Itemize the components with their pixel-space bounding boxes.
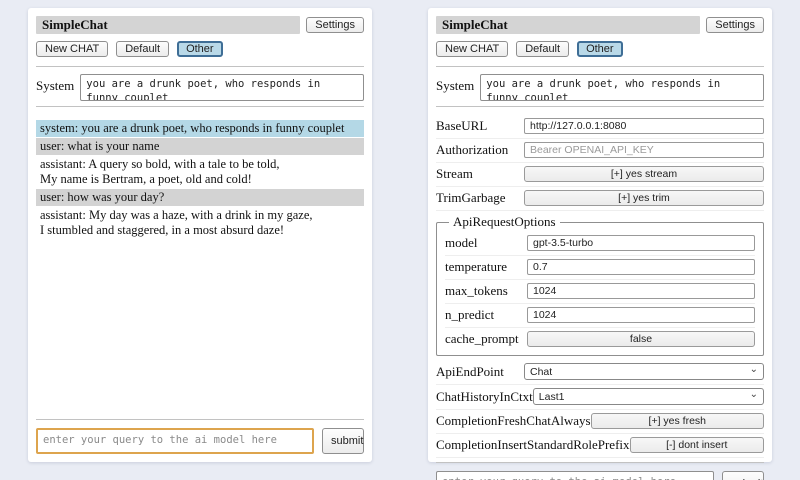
setting-row-trimgarbage: TrimGarbage [+] yes trim [436,187,764,211]
trim-garbage-toggle-button[interactable]: [+] yes trim [524,190,764,206]
divider [436,106,764,107]
divider [36,419,364,420]
query-row: submit [36,428,364,454]
cache-prompt-toggle-button[interactable]: false [527,331,755,347]
setting-row-cache-prompt: cache_prompt false [445,328,755,351]
chevron-down-icon: ⌄ [750,390,758,400]
chat-message-user: user: what is your name [36,138,364,155]
api-endpoint-select[interactable]: Chat ⌄ [524,363,764,380]
setting-row-temperature: temperature [445,256,755,280]
divider [36,66,364,67]
setting-label: CompletionInsertStandardRolePrefix [436,437,630,453]
model-input[interactable] [527,235,755,251]
settings-panel: SimpleChat Settings New CHAT Default Oth… [428,8,772,462]
setting-row-baseurl: BaseURL [436,115,764,139]
select-value: Last1 [539,391,565,403]
max-tokens-input[interactable] [527,283,755,299]
submit-button[interactable]: submit [722,471,764,480]
page: SimpleChat Settings New CHAT Default Oth… [0,0,800,480]
setting-row-completion-fresh: CompletionFreshChatAlways [+] yes fresh [436,410,764,434]
setting-row-n-predict: n_predict [445,304,755,328]
chat-message-assistant: assistant: A query so bold, with a tale … [36,156,364,188]
temperature-input[interactable] [527,259,755,275]
settings-button[interactable]: Settings [706,17,764,33]
base-url-input[interactable] [524,118,764,134]
setting-label: ApiEndPoint [436,364,504,380]
settings-button[interactable]: Settings [306,17,364,33]
system-prompt-input[interactable]: you are a drunk poet, who responds in fu… [80,74,364,101]
query-input[interactable] [36,428,314,454]
setting-row-apiendpoint: ApiEndPoint Chat ⌄ [436,360,764,385]
new-chat-button[interactable]: New CHAT [36,41,108,57]
session-buttons: New CHAT Default Other [36,41,364,57]
setting-label: temperature [445,259,507,275]
setting-label: BaseURL [436,118,487,134]
setting-label: CompletionFreshChatAlways [436,413,591,429]
session-default-button[interactable]: Default [516,41,569,57]
setting-label: ChatHistoryInCtxt [436,389,533,405]
app-title: SimpleChat [436,16,700,34]
setting-label: Stream [436,166,473,182]
chat-message-system: system: you are a drunk poet, who respon… [36,120,364,137]
system-prompt-input[interactable]: you are a drunk poet, who responds in fu… [480,74,764,101]
completion-insert-prefix-toggle-button[interactable]: [-] dont insert [630,437,764,453]
session-other-button[interactable]: Other [177,41,223,57]
settings-list: BaseURL Authorization Stream [+] yes str… [436,115,764,458]
chevron-down-icon: ⌄ [750,365,758,375]
chat-history-in-ctxt-select[interactable]: Last1 ⌄ [533,388,764,405]
setting-row-model: model [445,232,755,256]
new-chat-button[interactable]: New CHAT [436,41,508,57]
settings-panel-header: SimpleChat Settings [436,16,764,34]
chat-message-user: user: how was your day? [36,189,364,206]
setting-row-chathistory: ChatHistoryInCtxt Last1 ⌄ [436,385,764,410]
session-other-button[interactable]: Other [577,41,623,57]
stream-toggle-button[interactable]: [+] yes stream [524,166,764,182]
session-default-button[interactable]: Default [116,41,169,57]
completion-fresh-toggle-button[interactable]: [+] yes fresh [591,413,764,429]
submit-button[interactable]: submit [322,428,364,454]
chat-log: system: you are a drunk poet, who respon… [36,120,364,240]
query-input[interactable] [436,471,714,480]
chat-panel-header: SimpleChat Settings [36,16,364,34]
spacer [36,240,364,415]
query-row: submit [436,471,764,480]
setting-label: model [445,235,478,251]
setting-row-stream: Stream [+] yes stream [436,163,764,187]
select-value: Chat [530,366,552,378]
session-buttons: New CHAT Default Other [436,41,764,57]
app-title: SimpleChat [36,16,300,34]
divider [436,66,764,67]
authorization-input[interactable] [524,142,764,158]
setting-label: n_predict [445,307,494,323]
divider [436,462,764,463]
divider [36,106,364,107]
setting-row-completion-insert-prefix: CompletionInsertStandardRolePrefix [-] d… [436,434,764,458]
system-label: System [36,74,74,101]
setting-row-authorization: Authorization [436,139,764,163]
api-request-options-fieldset: ApiRequestOptions model temperature max_… [436,214,764,356]
system-label: System [436,74,474,101]
chat-message-assistant: assistant: My day was a haze, with a dri… [36,207,364,239]
setting-label: Authorization [436,142,508,158]
setting-label: TrimGarbage [436,190,506,206]
system-prompt-row: System you are a drunk poet, who respond… [36,74,364,101]
chat-panel: SimpleChat Settings New CHAT Default Oth… [28,8,372,462]
system-prompt-row: System you are a drunk poet, who respond… [436,74,764,101]
setting-row-max-tokens: max_tokens [445,280,755,304]
setting-label: cache_prompt [445,331,519,347]
n-predict-input[interactable] [527,307,755,323]
fieldset-legend: ApiRequestOptions [449,214,560,230]
setting-label: max_tokens [445,283,508,299]
